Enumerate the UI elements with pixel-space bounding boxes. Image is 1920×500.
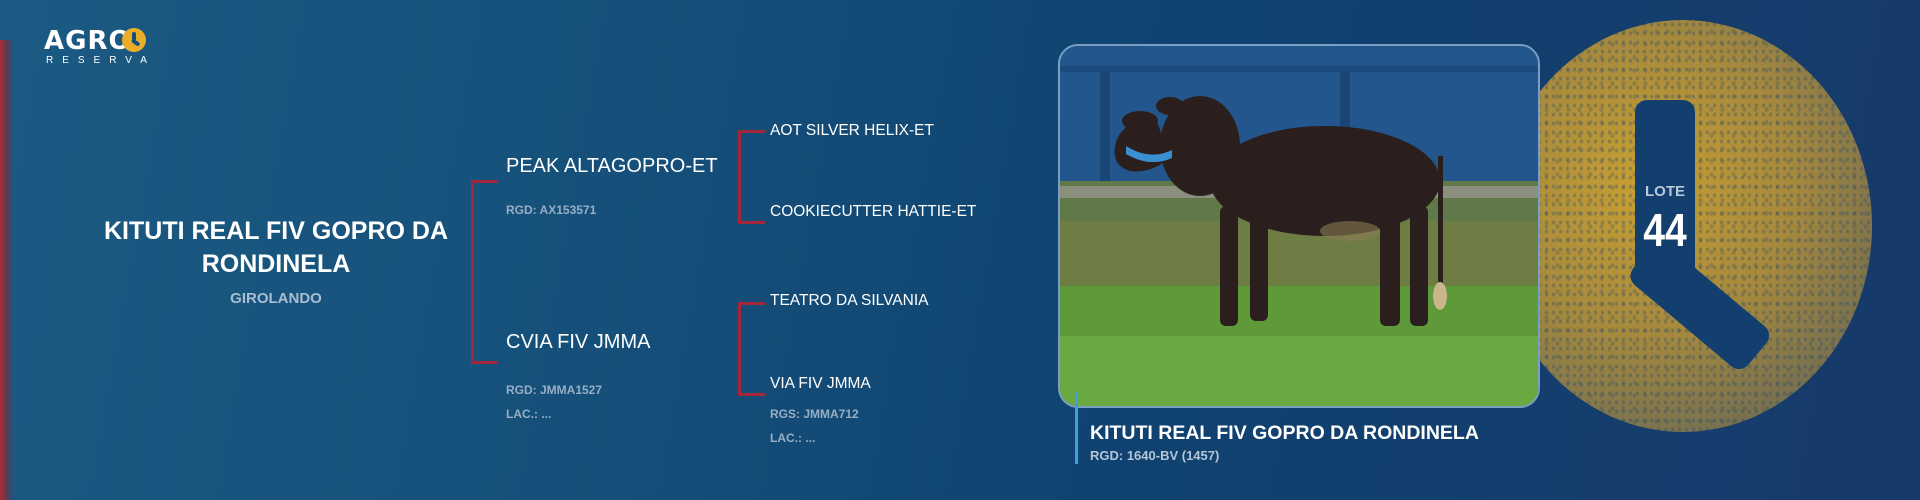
maternal-granddam-name: VIA FIV JMMA	[770, 375, 871, 392]
pedigree-bracket-paternal	[738, 130, 765, 224]
sire-rgd: RGD: AX153571	[506, 203, 597, 217]
pedigree-bracket-maternal	[738, 302, 765, 396]
paternal-granddam-name: COOKIECUTTER HATTIE-ET	[770, 203, 977, 220]
dam-rgd: RGD: JMMA1527	[506, 383, 603, 397]
paternal-grandsire-name: AOT SILVER HELIX-ET	[770, 122, 934, 139]
animal-breed: GIROLANDO	[230, 290, 322, 307]
lote-number: 44	[1643, 204, 1687, 256]
sire-name: PEAK ALTAGOPRO-ET	[506, 155, 718, 177]
maternal-granddam-rgs: RGS: JMMA712	[770, 407, 859, 421]
agro-reserva-logo: AGRO RESERVA	[44, 26, 154, 66]
photo-caption-name: KITUTI REAL FIV GOPRO DA RONDINELA	[1090, 422, 1479, 444]
logo-subtitle: RESERVA	[46, 55, 156, 66]
left-edge-decoration	[0, 40, 14, 500]
maternal-grandsire-name: TEATRO DA SILVANIA	[770, 292, 929, 309]
logo-clock-icon	[122, 28, 146, 52]
pedigree-bracket-parents	[471, 180, 498, 364]
animal-photo	[1058, 44, 1540, 408]
photo-caption-rgd: RGD: 1640-BV (1457)	[1090, 448, 1220, 463]
lote-label: LOTE	[1645, 183, 1685, 200]
maternal-granddam-lac: LAC.: ...	[770, 431, 816, 445]
dam-name: CVIA FIV JMMA	[506, 331, 651, 353]
logo-word: AGRO	[44, 26, 132, 56]
caption-accent-line	[1075, 392, 1078, 464]
dam-lac: LAC.: ...	[506, 407, 552, 421]
animal-name: KITUTI REAL FIV GOPRO DA RONDINELA	[104, 217, 448, 278]
